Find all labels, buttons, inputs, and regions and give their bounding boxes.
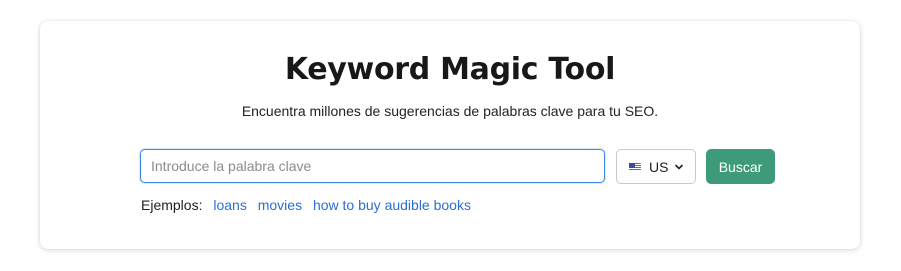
page-title: Keyword Magic Tool [284, 52, 616, 87]
examples-label: Ejemplos: [141, 197, 203, 213]
country-code: US [649, 158, 669, 175]
country-select[interactable]: US [616, 149, 696, 184]
page-subtitle: Encuentra millones de sugerencias de pal… [241, 103, 659, 119]
example-link-loans[interactable]: loans [213, 197, 246, 213]
keyword-search-input[interactable] [140, 149, 605, 183]
keyword-tool-card: Keyword Magic Tool Encuentra millones de… [40, 21, 860, 249]
us-flag-icon [629, 162, 641, 171]
search-button[interactable]: Buscar [706, 149, 775, 184]
example-link-movies[interactable]: movies [258, 197, 302, 213]
example-link-audible-books[interactable]: how to buy audible books [313, 197, 471, 213]
chevron-down-icon [675, 164, 684, 169]
examples-row: Ejemplos: loans movies how to buy audibl… [141, 196, 478, 214]
